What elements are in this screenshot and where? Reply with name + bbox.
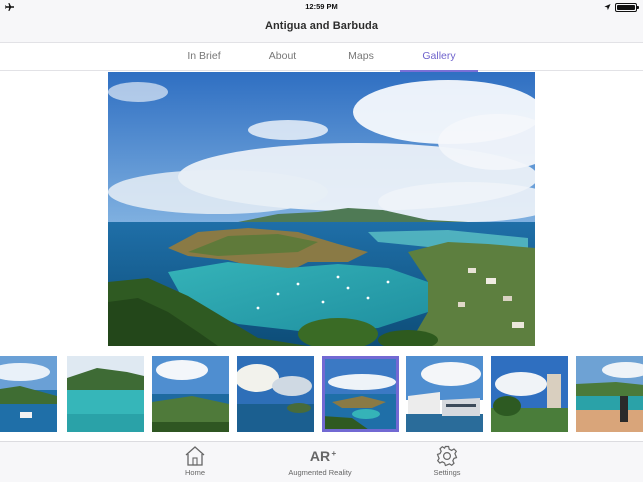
tabbar-label: Augmented Reality	[288, 468, 352, 477]
bottom-tab-bar: Home AR + Augmented Reality Settings	[0, 441, 643, 482]
tab-gallery[interactable]: Gallery	[400, 43, 478, 72]
thumbnail-image	[237, 356, 314, 432]
tabbar-label: Settings	[433, 468, 461, 477]
gallery-thumbnail[interactable]	[152, 356, 229, 432]
ar-glyph: AR +	[309, 445, 336, 467]
tab-in-brief[interactable]: In Brief	[175, 43, 233, 71]
thumbnail-image	[322, 356, 399, 432]
house-icon	[185, 446, 205, 466]
gallery-thumbnail[interactable]	[237, 356, 314, 432]
status-bar: 12:59 PM	[0, 0, 643, 14]
gallery-thumbnail[interactable]	[0, 356, 57, 432]
thumbnail-image	[0, 356, 57, 432]
tab-maps[interactable]: Maps	[335, 43, 387, 71]
section-tabs: In Brief About Maps Gallery	[0, 42, 643, 72]
gallery-thumbnail[interactable]	[491, 356, 568, 432]
tabbar-settings[interactable]: Settings	[402, 445, 492, 477]
app-window: 12:59 PM Antigua and Barbuda In Brief Ab…	[0, 0, 643, 482]
ar-glyph-text: AR	[309, 448, 331, 464]
ar-glyph-plus: +	[331, 449, 337, 458]
gallery-thumbnail[interactable]	[576, 356, 643, 432]
thumbnail-strip	[0, 356, 643, 432]
tab-label: In Brief	[187, 50, 221, 62]
location-arrow-icon	[604, 3, 611, 11]
thumbnail-image	[491, 356, 568, 432]
tab-label: About	[268, 50, 297, 62]
tab-about[interactable]: About	[255, 43, 310, 71]
gallery-thumbnail-selected[interactable]	[322, 356, 399, 432]
gear-icon	[436, 445, 458, 467]
thumbnail-image	[152, 356, 229, 432]
battery-fill	[617, 4, 635, 10]
gallery-main-photo[interactable]	[108, 72, 535, 346]
tab-label: Gallery	[422, 50, 456, 62]
harbour-landscape-image	[108, 72, 535, 346]
tabbar-home[interactable]: Home	[150, 445, 240, 477]
tabbar-augmented-reality[interactable]: AR + Augmented Reality	[275, 445, 365, 477]
navigation-bar: Antigua and Barbuda	[0, 14, 643, 42]
thumbnail-image	[67, 356, 144, 432]
thumbnail-image	[576, 356, 643, 432]
page-title: Antigua and Barbuda	[264, 20, 379, 32]
tabbar-label: Home	[184, 468, 205, 477]
thumbnail-image	[406, 356, 483, 432]
status-time: 12:59 PM	[305, 2, 338, 11]
battery-icon	[615, 2, 639, 12]
tab-label: Maps	[348, 50, 374, 62]
ar-icon: AR +	[275, 445, 365, 467]
gallery-thumbnail[interactable]	[67, 356, 144, 432]
gallery-thumbnail[interactable]	[406, 356, 483, 432]
status-right	[604, 2, 639, 12]
